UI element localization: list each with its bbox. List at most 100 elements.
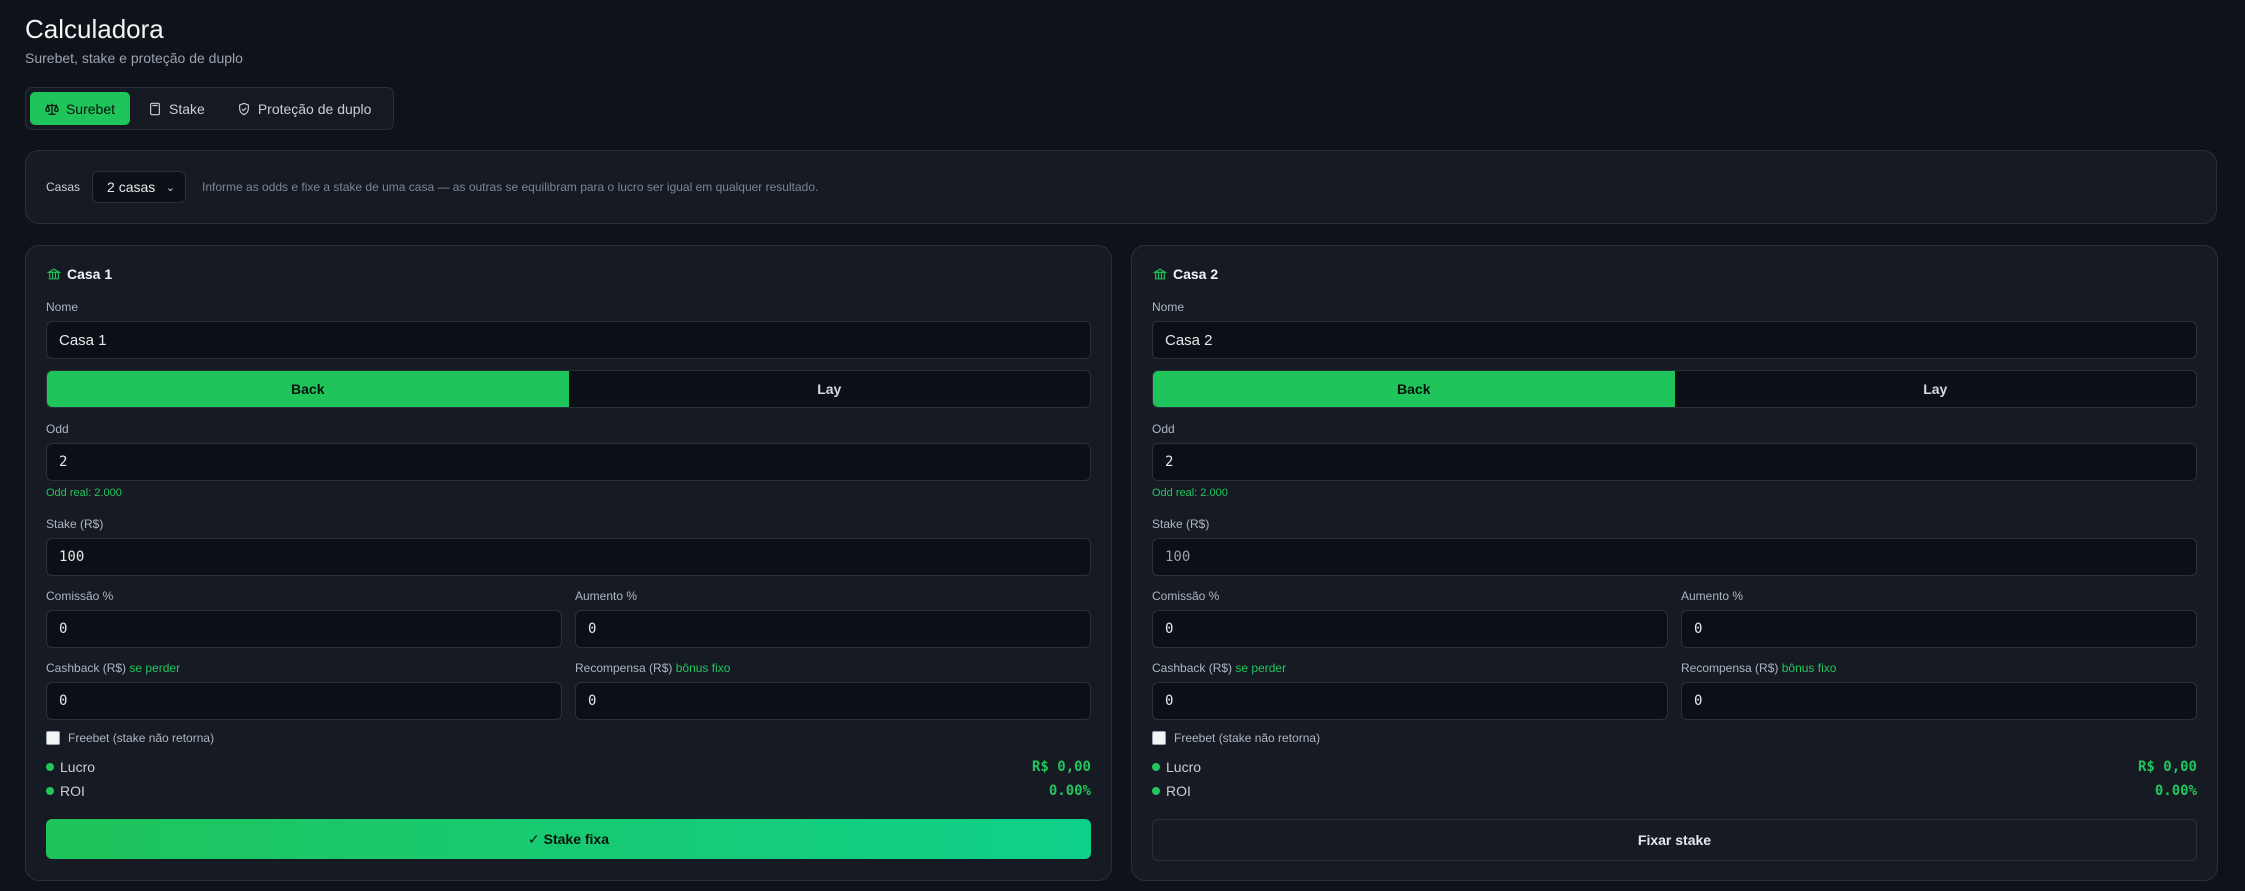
casas-card: Casas 2 casas ⌄ Informe as odds e fixe a… [25, 150, 2217, 224]
aumento-input-value: 0 [1694, 621, 1703, 637]
casas-hint: Informe as odds e fixe a stake de uma ca… [202, 180, 819, 194]
tab-protecao-duplo[interactable]: Proteção de duplo [223, 92, 386, 125]
lucro-value: R$ 0,00 [1031, 759, 1091, 775]
recompensa-label: Recompensa (R$) bônus fixo [575, 661, 730, 675]
house-title-text: Casa 2 [1173, 266, 1219, 282]
scale-icon [45, 103, 59, 115]
freebet-checkbox-row[interactable]: Freebet (stake não retorna) [46, 731, 214, 745]
back-button[interactable]: Back [1153, 371, 1675, 407]
comissao-input[interactable]: 0 [1152, 610, 1668, 648]
status-dot-icon [46, 763, 54, 771]
tab-label: Stake [169, 100, 205, 117]
house-title-text: Casa 1 [67, 266, 113, 282]
aumento-input-value: 0 [588, 621, 597, 637]
bank-icon [47, 268, 61, 280]
recompensa-input[interactable]: 0 [575, 682, 1091, 720]
recompensa-label-text: Recompensa (R$) [1681, 661, 1779, 675]
fixar-stake-button[interactable]: Fixar stake [1152, 819, 2197, 861]
name-input[interactable]: Casa 1 [46, 321, 1091, 359]
comissao-input-value: 0 [59, 621, 68, 637]
recompensa-tag: bônus fixo [675, 661, 731, 675]
odd-input[interactable]: 2 [1152, 443, 2197, 481]
back-lay-toggle: Back Lay [46, 370, 1091, 408]
lucro-label: Lucro [60, 759, 96, 775]
aumento-input[interactable]: 0 [575, 610, 1091, 648]
stake-label: Stake (R$) [1152, 517, 1210, 531]
freebet-label: Freebet (stake não retorna) [1174, 731, 1321, 745]
bank-icon [1153, 268, 1167, 280]
name-input-value: Casa 1 [59, 331, 107, 349]
recompensa-tag: bônus fixo [1781, 661, 1837, 675]
cashback-label: Cashback (R$) se perder [46, 661, 180, 675]
odd-real-text: Odd real: 2.000 [46, 487, 122, 499]
roi-value: 0.00% [1048, 783, 1091, 799]
house-title: Casa 2 [1153, 266, 1218, 282]
tab-label: Surebet [65, 100, 116, 117]
house-card-2: Casa 2 Nome Casa 2 Back Lay Odd 2 Odd re… [1131, 245, 2218, 881]
aumento-label: Aumento % [575, 589, 638, 603]
tab-label: Proteção de duplo [257, 100, 372, 117]
recompensa-label: Recompensa (R$) bônus fixo [1681, 661, 1836, 675]
freebet-checkbox[interactable] [1152, 731, 1166, 745]
lay-button[interactable]: Lay [1675, 371, 2197, 407]
page-title: Calculadora [25, 14, 164, 44]
tab-surebet[interactable]: Surebet [30, 92, 130, 125]
cashback-input[interactable]: 0 [1152, 682, 1668, 720]
roi-value: 0.00% [2154, 783, 2197, 799]
freebet-checkbox-row[interactable]: Freebet (stake não retorna) [1152, 731, 1320, 745]
stake-input[interactable]: 100 [46, 538, 1091, 576]
lay-button[interactable]: Lay [569, 371, 1091, 407]
odd-label: Odd [1152, 422, 1175, 436]
casas-select[interactable]: 2 casas ⌄ [92, 171, 187, 203]
back-button[interactable]: Back [47, 371, 569, 407]
freebet-label: Freebet (stake não retorna) [68, 731, 215, 745]
name-label: Nome [1152, 300, 1185, 314]
aumento-input[interactable]: 0 [1681, 610, 2197, 648]
cashback-input[interactable]: 0 [46, 682, 562, 720]
odd-label: Odd [46, 422, 69, 436]
aumento-label: Aumento % [1681, 589, 1744, 603]
page-subtitle: Surebet, stake e proteção de duplo [25, 50, 243, 66]
status-dot-icon [1152, 763, 1160, 771]
recompensa-input[interactable]: 0 [1681, 682, 2197, 720]
mode-tabs: Surebet Stake Proteção de duplo [25, 87, 394, 130]
calculator-page: Calculadora Surebet, stake e proteção de… [0, 0, 2245, 891]
lucro-row: Lucro R$ 0,00 [1152, 759, 2197, 775]
calculator-icon [150, 102, 160, 115]
comissao-label: Comissão % [1152, 589, 1220, 603]
odd-input-value: 2 [1165, 454, 1174, 470]
stake-input-value: 100 [1165, 549, 1191, 565]
odd-input[interactable]: 2 [46, 443, 1091, 481]
house-card-1: Casa 1 Nome Casa 1 Back Lay Odd 2 Odd re… [25, 245, 1112, 881]
comissao-input-value: 0 [1165, 621, 1174, 637]
stake-input-value: 100 [59, 549, 85, 565]
comissao-input[interactable]: 0 [46, 610, 562, 648]
lucro-value: R$ 0,00 [2137, 759, 2197, 775]
roi-row: ROI 0.00% [46, 783, 1091, 799]
chevron-down-icon: ⌄ [165, 181, 176, 194]
name-input[interactable]: Casa 2 [1152, 321, 2197, 359]
cashback-input-value: 0 [1165, 693, 1174, 709]
comissao-label: Comissão % [46, 589, 114, 603]
stake-fixa-button[interactable]: ✓ Stake fixa [46, 819, 1091, 859]
name-label: Nome [46, 300, 79, 314]
casas-label: Casas [46, 180, 81, 194]
lucro-row: Lucro R$ 0,00 [46, 759, 1091, 775]
house-title: Casa 1 [47, 266, 112, 282]
stake-input[interactable]: 100 [1152, 538, 2197, 576]
lucro-label: Lucro [1166, 759, 1202, 775]
cashback-tag: se perder [1235, 661, 1287, 675]
cashback-label-text: Cashback (R$) [1152, 661, 1233, 675]
odd-real-text: Odd real: 2.000 [1152, 487, 1228, 499]
recompensa-input-value: 0 [588, 693, 597, 709]
roi-row: ROI 0.00% [1152, 783, 2197, 799]
cashback-label-text: Cashback (R$) [46, 661, 127, 675]
cashback-label: Cashback (R$) se perder [1152, 661, 1286, 675]
back-lay-toggle: Back Lay [1152, 370, 2197, 408]
status-dot-icon [46, 787, 54, 795]
tab-stake[interactable]: Stake [134, 92, 219, 125]
name-input-value: Casa 2 [1165, 331, 1213, 349]
casas-select-value: 2 casas [107, 179, 156, 195]
freebet-checkbox[interactable] [46, 731, 60, 745]
recompensa-label-text: Recompensa (R$) [575, 661, 673, 675]
